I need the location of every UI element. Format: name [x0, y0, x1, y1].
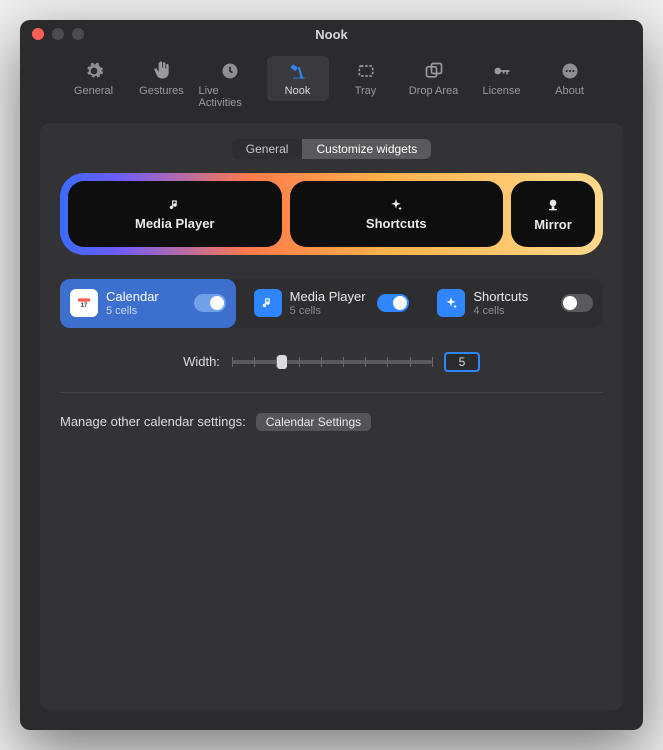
- toolbar-tab-label: Drop Area: [409, 85, 459, 97]
- calendar-icon: 17: [70, 289, 98, 317]
- widget-toggle[interactable]: [377, 294, 409, 312]
- widget-name: Shortcuts: [473, 289, 553, 305]
- toolbar-tab-label: License: [483, 85, 521, 97]
- width-value[interactable]: 5: [444, 352, 480, 372]
- toolbar-tab-label: Gestures: [139, 85, 184, 97]
- toolbar-tab-label: General: [74, 85, 113, 97]
- key-icon: [491, 60, 513, 82]
- widget-card-media-player[interactable]: Media Player5 cells: [244, 279, 420, 328]
- slider-thumb[interactable]: [277, 355, 287, 369]
- note-icon: [254, 289, 282, 317]
- toolbar-tab-gestures[interactable]: Gestures: [131, 56, 193, 101]
- toolbar-tab-label: Nook: [285, 85, 311, 97]
- width-slider[interactable]: [232, 360, 432, 364]
- sparkle-icon: [437, 289, 465, 317]
- tab-bar: GeneralCustomize widgets: [60, 139, 603, 159]
- titlebar: Nook: [20, 20, 643, 48]
- toolbar-tab-tray[interactable]: Tray: [335, 56, 397, 101]
- widget-toggle[interactable]: [194, 294, 226, 312]
- widget-name: Calendar: [106, 289, 186, 305]
- camera-icon: [545, 197, 561, 213]
- chip-label: Shortcuts: [366, 216, 427, 231]
- widget-cells: 5 cells: [106, 305, 186, 318]
- toolbar-tab-label: About: [555, 85, 584, 97]
- toolbar-tab-nook[interactable]: Nook: [267, 56, 329, 101]
- widget-name: Media Player: [290, 289, 370, 305]
- widget-list: 17 Calendar5 cells Media Player5 cells S…: [60, 279, 603, 328]
- droparea-icon: [423, 60, 445, 82]
- preview-chip-mirror: Mirror: [511, 181, 595, 247]
- toolbar-tab-about[interactable]: About: [539, 56, 601, 101]
- widget-card-shortcuts[interactable]: Shortcuts4 cells: [427, 279, 603, 328]
- hand-icon: [151, 60, 173, 82]
- preferences-toolbar: General Gestures Live Activities Nook Tray Dr…: [20, 48, 643, 123]
- tab-general[interactable]: General: [232, 139, 303, 159]
- content-pane: GeneralCustomize widgets Media Player Sho…: [40, 123, 623, 710]
- preferences-window: Nook General Gestures Live Activities Nook T…: [20, 20, 643, 730]
- calendar-settings-label: Manage other calendar settings:: [60, 414, 246, 429]
- chip-label: Mirror: [534, 217, 572, 232]
- chip-label: Media Player: [135, 216, 215, 231]
- widget-cells: 4 cells: [473, 305, 553, 318]
- calendar-settings-row: Manage other calendar settings: Calendar…: [60, 413, 603, 431]
- sparkle-icon: [389, 198, 403, 212]
- widget-card-calendar[interactable]: 17 Calendar5 cells: [60, 279, 236, 328]
- toolbar-tab-label: Live Activities: [199, 85, 261, 109]
- preview-chip-media-player: Media Player: [68, 181, 282, 247]
- widget-cells: 5 cells: [290, 305, 370, 318]
- preview-chip-shortcuts: Shortcuts: [290, 181, 504, 247]
- gear-icon: [83, 60, 105, 82]
- clock-icon: [219, 60, 241, 82]
- notch-preview: Media Player Shortcuts Mirror: [60, 173, 603, 255]
- width-label: Width:: [183, 354, 220, 369]
- toolbar-tab-general[interactable]: General: [63, 56, 125, 101]
- widget-toggle[interactable]: [561, 294, 593, 312]
- lamp-icon: [287, 60, 309, 82]
- note-icon: [168, 198, 182, 212]
- toolbar-tab-live-activities[interactable]: Live Activities: [199, 56, 261, 113]
- calendar-settings-button[interactable]: Calendar Settings: [256, 413, 371, 431]
- svg-text:17: 17: [81, 303, 88, 309]
- tab-customize-widgets[interactable]: Customize widgets: [302, 139, 431, 159]
- tray-icon: [355, 60, 377, 82]
- toolbar-tab-license[interactable]: License: [471, 56, 533, 101]
- window-title: Nook: [20, 27, 643, 42]
- toolbar-tab-drop-area[interactable]: Drop Area: [403, 56, 465, 101]
- divider: [60, 392, 603, 393]
- toolbar-tab-label: Tray: [355, 85, 377, 97]
- ellipsis-icon: [559, 60, 581, 82]
- width-control: Width: 5: [60, 352, 603, 372]
